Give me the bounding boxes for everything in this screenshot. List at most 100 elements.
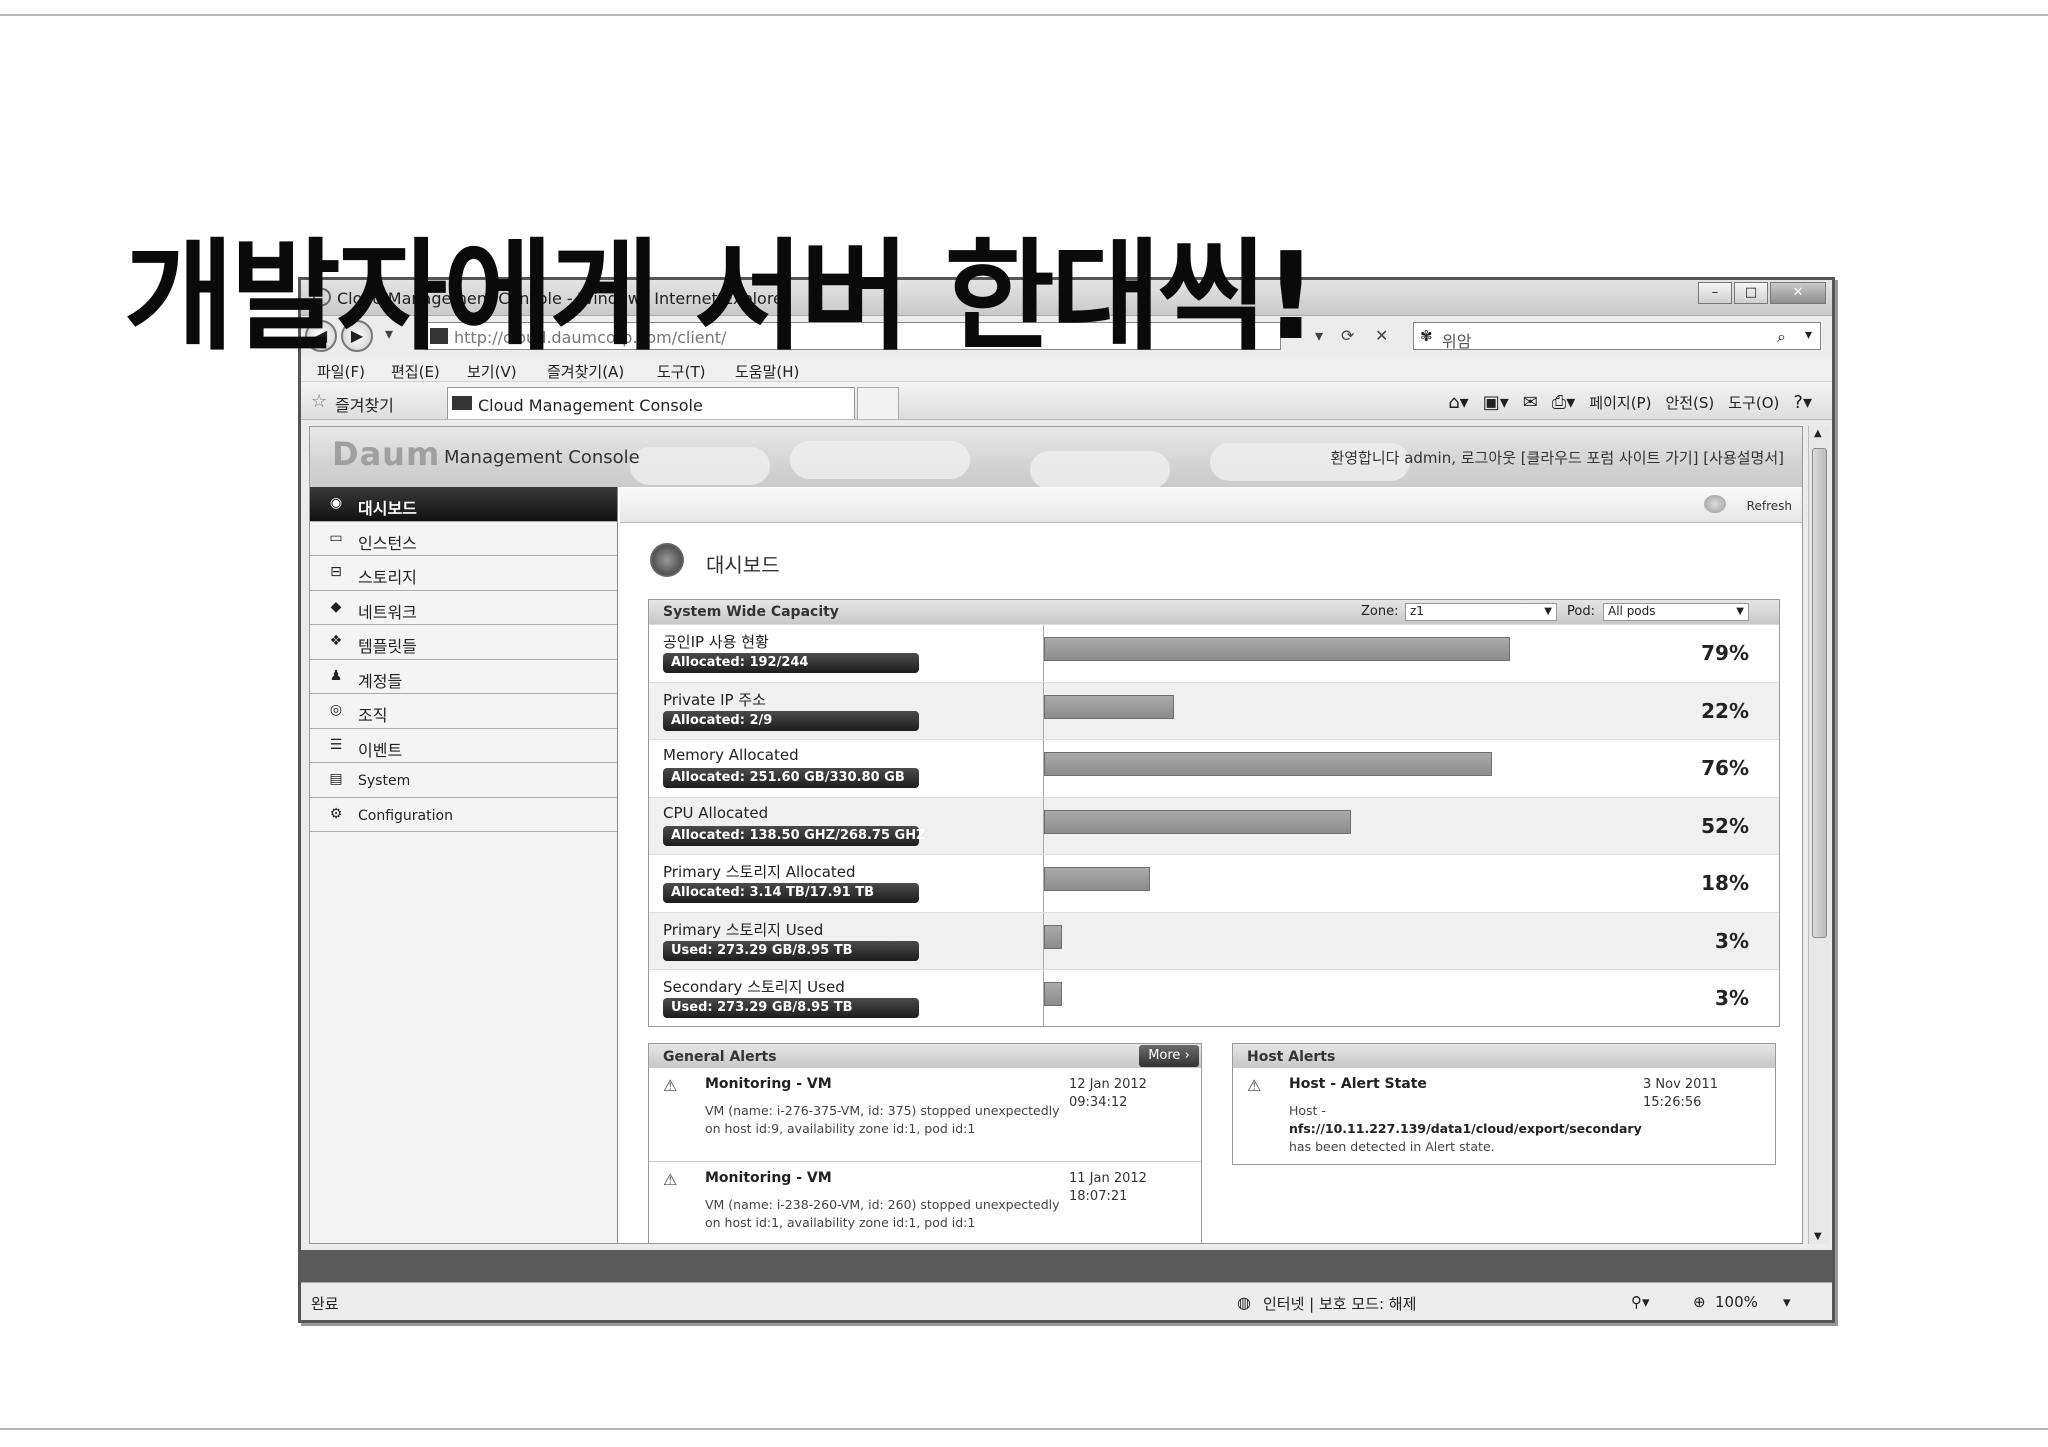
address-dropdown-icon[interactable]: ▾ bbox=[1315, 326, 1323, 345]
search-options-icon[interactable]: ▾ bbox=[1805, 327, 1812, 343]
security-zone[interactable]: 인터넷 | 보호 모드: 해제 bbox=[1263, 1293, 1416, 1314]
capacity-bar bbox=[1044, 867, 1151, 891]
scroll-down-icon[interactable]: ▼ bbox=[1814, 1231, 1822, 1242]
command-bar: ⌂▾ ▣▾ ✉ ⎙▾ 페이지(P) 안전(S) 도구(O) ?▾ bbox=[1448, 392, 1812, 413]
status-bar: 완료 ◍ 인터넷 | 보호 모드: 해제 ⚲▾ ⊕ 100% ▾ bbox=[301, 1282, 1832, 1320]
capacity-row: Primary 스토리지 Allocated Allocated: 3.14 TB… bbox=[649, 854, 1779, 912]
welcome-links[interactable]: 환영합니다 admin, 로그아웃 [클라우드 포럼 사이트 가기] [사용설명… bbox=[1330, 447, 1784, 468]
menu-page[interactable]: 페이지(P) bbox=[1589, 392, 1651, 413]
bottom-rule bbox=[0, 1428, 2048, 1430]
sidebar-item-label: 인스턴스 bbox=[358, 533, 417, 553]
page-title: 대시보드 bbox=[706, 553, 780, 577]
sidebar-item-system[interactable]: ▤ System bbox=[310, 763, 617, 798]
new-tab-button[interactable] bbox=[857, 387, 899, 419]
feeds-icon[interactable]: ▣▾ bbox=[1483, 392, 1509, 413]
alert-item[interactable]: ⚠ Monitoring - VM VM (name: i-276-375-VM… bbox=[649, 1068, 1201, 1162]
mail-icon[interactable]: ✉ bbox=[1523, 392, 1538, 413]
instance-icon: ▭ bbox=[329, 529, 343, 546]
refresh-icon[interactable]: ⟳ bbox=[1341, 326, 1354, 345]
protected-mode-icon[interactable]: ⚲▾ bbox=[1631, 1293, 1650, 1311]
status-text: 완료 bbox=[311, 1295, 339, 1313]
storage-icon: ⊟ bbox=[330, 564, 342, 580]
alert-datetime: 11 Jan 2012 18:07:21 bbox=[1069, 1170, 1179, 1206]
scrollbar-thumb[interactable] bbox=[1812, 448, 1827, 938]
search-box[interactable]: ✾ 위암 ⌕ ▾ bbox=[1413, 322, 1821, 351]
search-provider-icon: ✾ bbox=[1420, 327, 1433, 345]
sidebar-item-label: Configuration bbox=[358, 807, 453, 824]
product-title: Management Console bbox=[444, 447, 640, 468]
sidebar-item-events[interactable]: ☰ 이벤트 bbox=[310, 729, 617, 763]
sidebar-item-label: 네트워크 bbox=[358, 602, 417, 622]
capacity-row: 공인IP 사용 현황 Allocated: 192/244 79% bbox=[649, 624, 1779, 682]
pod-select[interactable]: All pods ▼ bbox=[1603, 603, 1749, 621]
refresh-bar: Refresh bbox=[620, 487, 1802, 523]
sidebar-item-instances[interactable]: ▭ 인스턴스 bbox=[310, 522, 617, 556]
favorites-bar: ☆ 즐겨찾기 Cloud Management Console ⌂▾ ▣▾ ✉ … bbox=[301, 382, 1832, 420]
capacity-bar bbox=[1044, 924, 1062, 949]
general-alerts-panel: General Alerts More › ⚠ Monitoring - VM … bbox=[648, 1043, 1202, 1243]
capacity-track bbox=[1043, 797, 1623, 854]
alert-description: Host - nfs://10.11.227.139/data1/cloud/e… bbox=[1289, 1102, 1669, 1156]
home-icon[interactable]: ⌂▾ bbox=[1448, 392, 1468, 413]
capacity-label: Primary 스토리지 Allocated bbox=[663, 863, 856, 881]
maximize-button[interactable]: □ bbox=[1734, 282, 1768, 304]
top-rule bbox=[0, 14, 2048, 16]
alert-item[interactable]: ⚠ Monitoring - VM VM (name: i-238-260-VM… bbox=[649, 1162, 1201, 1243]
event-icon: ☰ bbox=[329, 736, 343, 753]
capacity-row: Memory Allocated Allocated: 251.60 GB/330… bbox=[649, 739, 1779, 797]
sidebar-item-label: 조직 bbox=[358, 706, 388, 725]
alert-date: 12 Jan 2012 bbox=[1069, 1077, 1147, 1092]
print-icon[interactable]: ⎙▾ bbox=[1552, 392, 1575, 413]
alert-item[interactable]: ⚠ Host - Alert State Host - nfs://10.11.… bbox=[1233, 1068, 1775, 1164]
menu-safety[interactable]: 안전(S) bbox=[1665, 392, 1714, 413]
sidebar-item-dashboard[interactable]: ◉ 대시보드 bbox=[310, 487, 617, 522]
zoom-dropdown-icon[interactable]: ▾ bbox=[1783, 1293, 1791, 1311]
sidebar-item-label: 스토리지 bbox=[358, 568, 417, 587]
sidebar-item-configuration[interactable]: ⚙ Configuration bbox=[310, 798, 617, 832]
capacity-label: 공인IP 사용 현황 bbox=[663, 633, 769, 651]
more-button[interactable]: More › bbox=[1139, 1045, 1199, 1067]
sidebar-item-templates[interactable]: ❖ 템플릿들 bbox=[310, 625, 617, 660]
scroll-up-icon[interactable]: ▲ bbox=[1814, 428, 1822, 439]
capacity-row: Private IP 주소 Allocated: 2/9 22% bbox=[649, 681, 1779, 739]
favorites-button[interactable]: 즐겨찾기 bbox=[335, 392, 394, 416]
dashboard-icon bbox=[650, 543, 684, 577]
tab-cloud-management-console[interactable]: Cloud Management Console bbox=[447, 387, 855, 419]
system-icon: ▤ bbox=[329, 771, 343, 787]
sidebar-item-label: System bbox=[358, 773, 411, 789]
sidebar-item-network[interactable]: ◆ 네트워크 bbox=[310, 591, 617, 625]
capacity-label: Memory Allocated bbox=[663, 746, 799, 764]
alert-desc-suffix: has been detected in Alert state. bbox=[1289, 1139, 1495, 1154]
pod-label: Pod: bbox=[1567, 604, 1595, 619]
capacity-title: System Wide Capacity bbox=[663, 604, 839, 620]
general-alerts-header: General Alerts More › bbox=[649, 1044, 1201, 1068]
capacity-track bbox=[1043, 855, 1623, 912]
search-icon[interactable]: ⌕ bbox=[1777, 327, 1786, 347]
page-content: Daum Management Console 환영합니다 admin, 로그아… bbox=[309, 426, 1803, 1244]
sidebar-item-domains[interactable]: ◎ 조직 bbox=[310, 694, 617, 729]
account-icon: ♟ bbox=[329, 667, 343, 684]
menu-tools-command[interactable]: 도구(O) bbox=[1728, 392, 1779, 413]
alert-datetime: 3 Nov 2011 15:26:56 bbox=[1643, 1076, 1753, 1112]
page-footer-strip bbox=[301, 1250, 1832, 1282]
zoom-level[interactable]: 100% bbox=[1715, 1293, 1758, 1311]
minimize-button[interactable]: – bbox=[1698, 282, 1732, 304]
refresh-button[interactable]: Refresh bbox=[1747, 499, 1792, 513]
zone-select[interactable]: z1 ▼ bbox=[1405, 603, 1557, 621]
capacity-label: Primary 스토리지 Used bbox=[663, 920, 824, 939]
refresh-icon[interactable] bbox=[1704, 495, 1726, 513]
help-icon[interactable]: ?▾ bbox=[1793, 392, 1812, 413]
stop-icon[interactable]: ✕ bbox=[1375, 326, 1388, 345]
sidebar-item-storage[interactable]: ⊟ 스토리지 bbox=[310, 556, 617, 591]
warning-icon: ⚠ bbox=[663, 1076, 678, 1095]
template-icon: ❖ bbox=[329, 633, 343, 649]
favorites-star-icon[interactable]: ☆ bbox=[311, 391, 327, 412]
zoom-icon: ⊕ bbox=[1693, 1293, 1706, 1311]
capacity-percent: 76% bbox=[1701, 756, 1749, 780]
capacity-detail-badge: Allocated: 251.60 GB/330.80 GB bbox=[663, 768, 919, 788]
host-alerts-panel: Host Alerts ⚠ Host - Alert State Host - … bbox=[1232, 1043, 1776, 1165]
close-button[interactable]: ✕ bbox=[1770, 282, 1826, 304]
zone-label: Zone: bbox=[1361, 604, 1399, 619]
vertical-scrollbar[interactable]: ▲ ▼ bbox=[1808, 426, 1830, 1244]
sidebar-item-accounts[interactable]: ♟ 계정들 bbox=[310, 660, 617, 694]
